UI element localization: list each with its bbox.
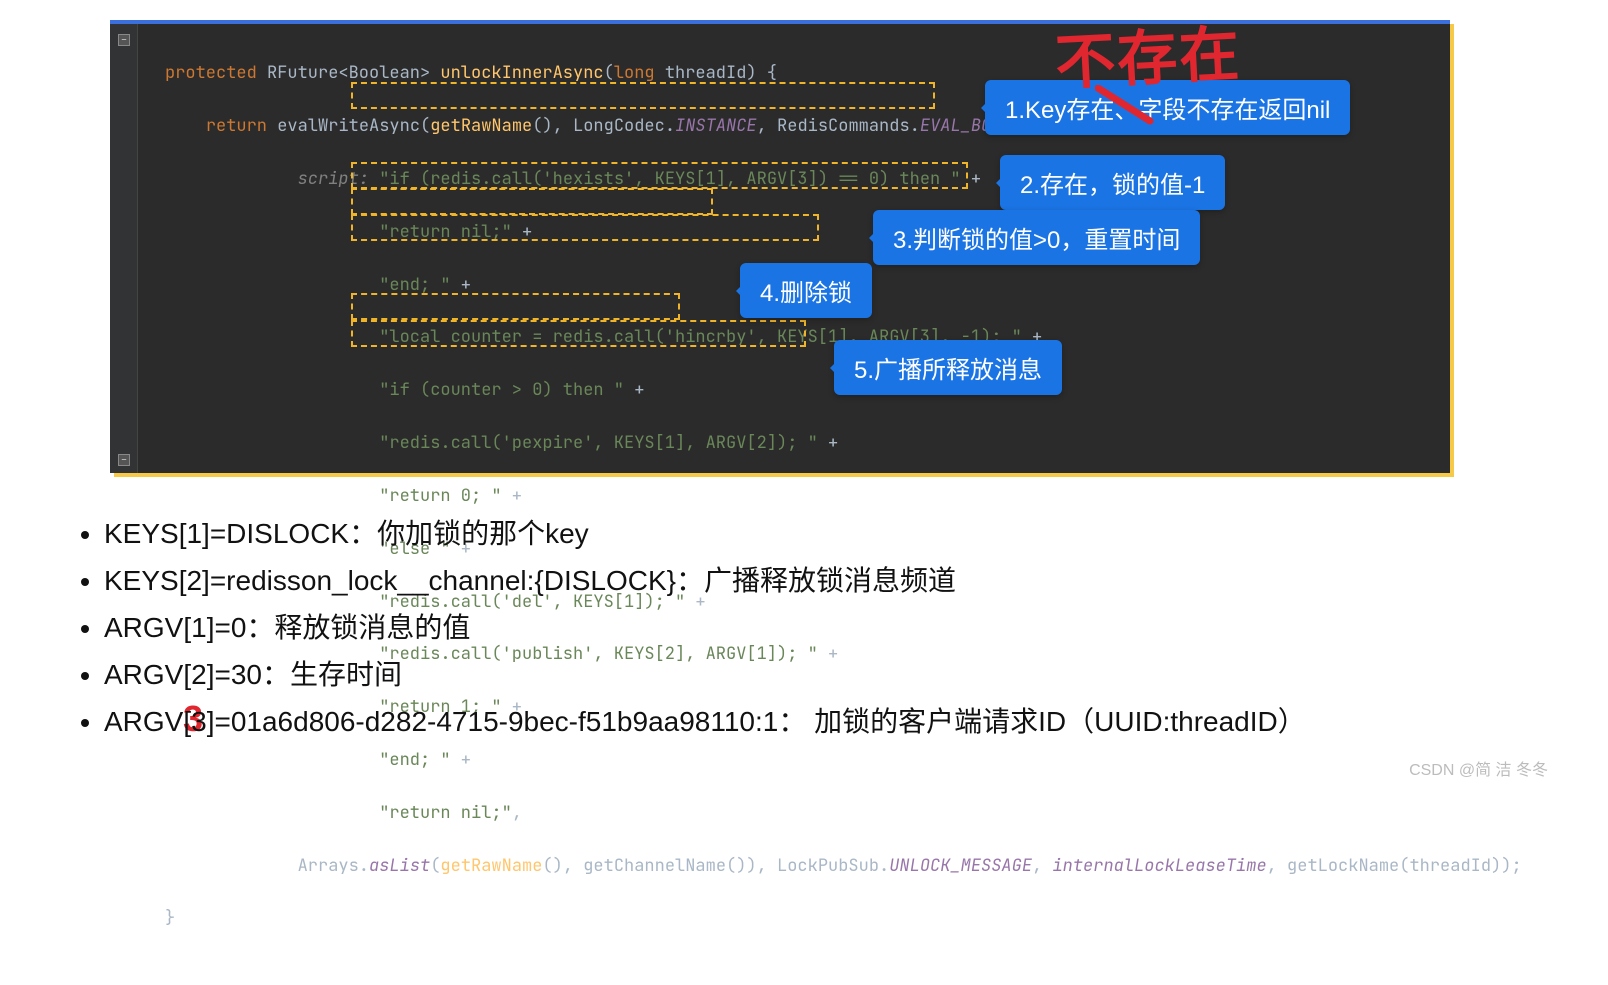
list-item: KEYS[2]=redisson_lock__channel:{DISLOCK}… [104, 557, 1306, 604]
list-item: KEYS[1]=DISLOCK：你加锁的那个key [104, 510, 1306, 557]
list-item: ARGV[3]=01a6d806-d282-4715-9bec-f51b9aa9… [104, 698, 1306, 745]
list-item: ARGV[2]=30：生存时间 [104, 651, 1306, 698]
fold-icon[interactable]: – [118, 454, 130, 466]
bullet-list: KEYS[1]=DISLOCK：你加锁的那个key KEYS[2]=rediss… [66, 510, 1306, 745]
callout-2: 2.存在，锁的值-1 [1000, 155, 1225, 210]
callout-3: 3.判断锁的值>0，重置时间 [873, 210, 1200, 265]
callout-5: 5.广播所释放消息 [834, 340, 1062, 395]
watermark: CSDN @简 洁 冬冬 [1409, 756, 1548, 780]
callout-4: 4.删除锁 [740, 263, 872, 318]
list-item: ARGV[1]=0：释放锁消息的值 [104, 604, 1306, 651]
fold-icon[interactable]: – [118, 34, 130, 46]
callout-1: 1.Key存在、字段不存在返回nil [985, 80, 1350, 135]
gutter: – – [110, 24, 138, 473]
